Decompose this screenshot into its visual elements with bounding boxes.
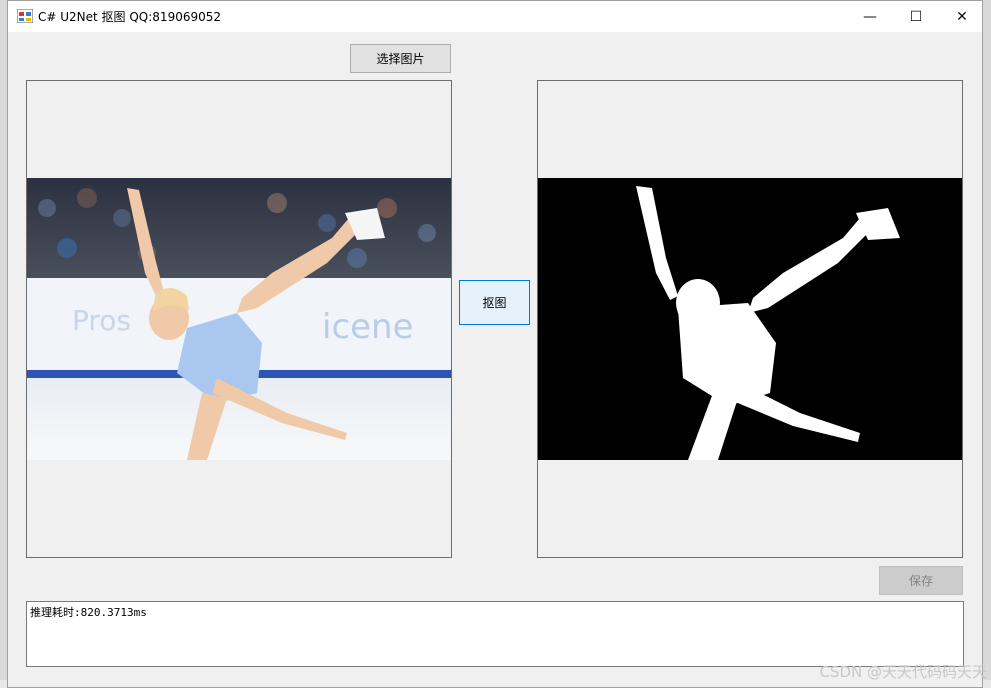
minimize-button[interactable]: — [847, 1, 893, 32]
save-button[interactable]: 保存 [879, 566, 963, 595]
source-photo: Pros icene [27, 178, 451, 460]
svg-text:icene: icene [322, 307, 414, 347]
maximize-icon: ☐ [909, 8, 923, 25]
close-button[interactable]: ✕ [939, 1, 985, 32]
result-mask [538, 178, 962, 460]
maximize-button[interactable]: ☐ [893, 1, 939, 32]
close-icon: ✕ [956, 8, 968, 25]
window-title: C# U2Net 抠图 QQ:819069052 [38, 10, 222, 24]
watermark: CSDN @天天代码码天天 [819, 663, 987, 681]
select-image-button[interactable]: 选择图片 [350, 44, 451, 73]
minimize-icon: — [863, 8, 877, 25]
title-bar[interactable]: C# U2Net 抠图 QQ:819069052 — ☐ ✕ [8, 1, 982, 32]
app-icon [17, 9, 33, 23]
svg-text:Pros: Pros [72, 304, 131, 337]
source-picture-box: Pros icene [26, 80, 452, 558]
log-textbox[interactable]: 推理耗时:820.3713ms [26, 601, 964, 667]
matting-button[interactable]: 抠图 [459, 280, 530, 325]
result-picture-box [537, 80, 963, 558]
app-window: C# U2Net 抠图 QQ:819069052 — ☐ ✕ 选择图片 Pros… [7, 0, 983, 688]
